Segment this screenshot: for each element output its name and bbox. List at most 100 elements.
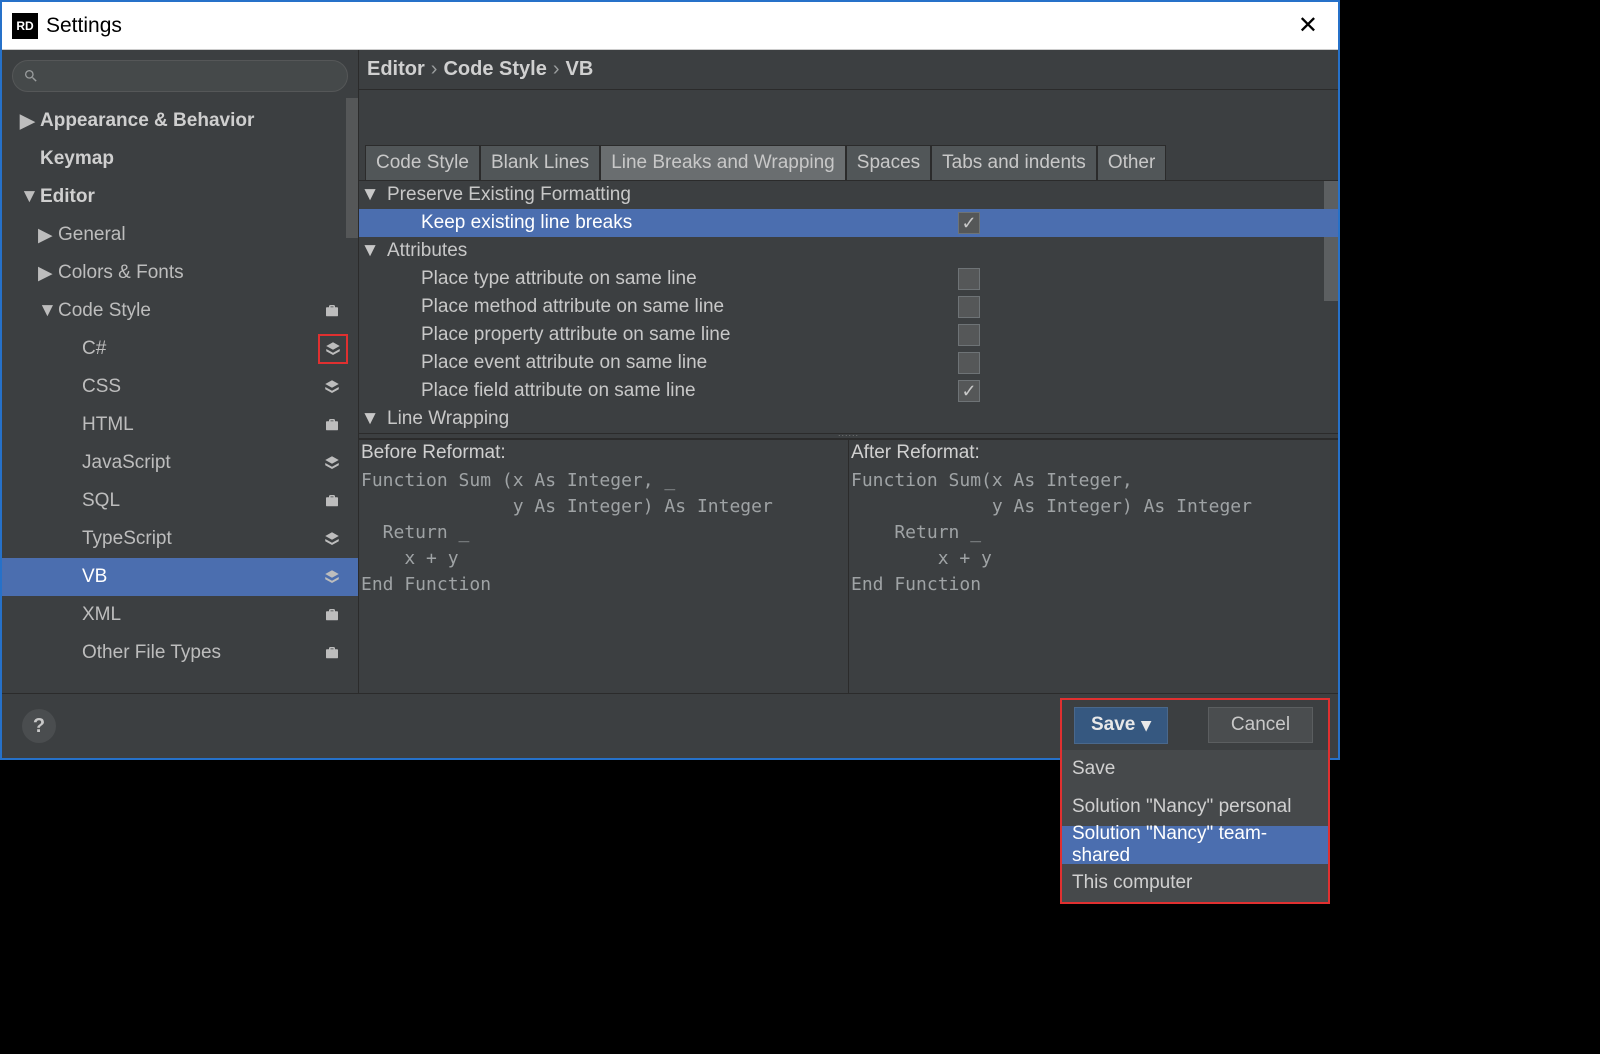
save-dropdown-item[interactable]: Solution "Nancy" personal [1062,788,1328,826]
search-input[interactable] [12,60,348,92]
save-dropdown-list: SaveSolution "Nancy" personalSolution "N… [1062,750,1328,902]
checkbox[interactable] [958,324,980,346]
sidebar-item-label: C# [82,338,106,360]
sidebar-item-label: SQL [82,490,120,512]
breadcrumb-segment: Code Style [443,58,546,81]
settings-group-header[interactable]: ▼Line Wrapping [359,405,1338,433]
layers-icon[interactable] [318,334,348,364]
tab-code-style[interactable]: Code Style [365,145,480,180]
breadcrumb-sep: › [553,58,560,81]
settings-row-label: Place type attribute on same line [359,268,1298,290]
sidebar: ▶Appearance & BehaviorKeymap▼Editor ▶ Gene… [2,50,359,693]
checkbox[interactable] [958,352,980,374]
settings-list: ▼Preserve Existing Formatting Keep existi… [359,180,1338,433]
briefcase-icon[interactable] [322,491,342,511]
settings-tree: ▶Appearance & BehaviorKeymap▼Editor ▶ Gene… [2,98,358,672]
preview-area: Before Reformat: Function Sum (x As Inte… [359,439,1338,693]
sidebar-item-label: XML [82,604,121,626]
chevron-down-icon: ▼ [359,240,381,262]
chevron-right-icon: ▶ [38,224,52,247]
sidebar-item-colors-fonts[interactable]: ▶Colors & Fonts [2,254,358,292]
tabs: Code StyleBlank LinesLine Breaks and Wra… [359,145,1338,180]
close-icon[interactable]: ✕ [1288,11,1328,40]
settings-group-label: Line Wrapping [381,408,1298,430]
checkbox[interactable] [958,380,980,402]
sidebar-item-general[interactable]: ▶ General [2,216,358,254]
settings-group-label: Attributes [381,240,1298,262]
preview-after-label: After Reformat: [851,442,1338,464]
sidebar-item-label: CSS [82,376,121,398]
settings-group-header[interactable]: ▼Preserve Existing Formatting [359,181,1338,209]
save-button[interactable]: Save ▾ [1074,707,1168,744]
save-dropdown-item[interactable]: This computer [1062,864,1328,902]
save-dropdown-item[interactable]: Save [1062,750,1328,788]
sidebar-item-label: TypeScript [82,528,172,550]
sidebar-item-html[interactable]: HTML [2,406,358,444]
preview-before-code: Function Sum (x As Integer, _ y As Integ… [361,468,848,598]
tab-other[interactable]: Other [1097,145,1167,180]
chevron-down-icon: ▾ [1141,714,1151,737]
breadcrumb-sep: › [431,58,438,81]
content-area: Editor › Code Style › VB Code StyleBlank… [359,50,1338,693]
briefcase-icon[interactable] [322,301,342,321]
window-title: Settings [46,14,122,38]
breadcrumb: Editor › Code Style › VB [359,50,1338,90]
cancel-button-label: Cancel [1231,714,1290,735]
checkbox[interactable] [958,296,980,318]
tab-line-breaks-and-wrapping[interactable]: Line Breaks and Wrapping [600,145,846,180]
sidebar-item-label: Editor [40,186,95,208]
layers-icon[interactable] [322,529,342,549]
chevron-down-icon: ▼ [359,184,381,206]
settings-window: RD Settings ✕ ▶Appearance & BehaviorKeym… [0,0,1340,760]
briefcase-icon[interactable] [322,643,342,663]
sidebar-item-label: Other File Types [82,642,221,664]
settings-row[interactable]: Place event attribute on same line [359,349,1338,377]
sidebar-item-label: JavaScript [82,452,171,474]
tab-tabs-and-indents[interactable]: Tabs and indents [931,145,1097,180]
sidebar-item-c-[interactable]: C# [2,330,358,368]
save-dropdown-panel: Save ▾ Cancel SaveSolution "Nancy" perso… [1060,698,1330,904]
sidebar-item-css[interactable]: CSS [2,368,358,406]
preview-after: After Reformat: Function Sum(x As Intege… [848,440,1338,693]
layers-icon[interactable] [322,453,342,473]
settings-row-label: Place field attribute on same line [359,380,1298,402]
settings-row[interactable]: Place method attribute on same line [359,293,1338,321]
sidebar-item-typescript[interactable]: TypeScript [2,520,358,558]
settings-row[interactable]: Place property attribute on same line [359,321,1338,349]
titlebar: RD Settings ✕ [2,2,1338,50]
checkbox[interactable] [958,212,980,234]
settings-row-label: Keep existing line breaks [359,212,1298,234]
save-button-label: Save [1091,714,1135,736]
sidebar-item-javascript[interactable]: JavaScript [2,444,358,482]
help-button[interactable]: ? [22,709,56,743]
tab-blank-lines[interactable]: Blank Lines [480,145,600,180]
sidebar-item-xml[interactable]: XML [2,596,358,634]
layers-icon[interactable] [322,567,342,587]
sidebar-item-vb[interactable]: VB [2,558,358,596]
search-icon [23,68,39,84]
settings-row[interactable]: Place field attribute on same line [359,377,1338,405]
body: ▶Appearance & BehaviorKeymap▼Editor▶Gene… [2,50,1338,693]
sidebar-item-editor[interactable]: ▼Editor [2,178,358,216]
cancel-button[interactable]: Cancel [1208,707,1313,743]
sidebar-item-appearance-behavior[interactable]: ▶Appearance & Behavior [2,102,358,140]
sidebar-item-keymap[interactable]: Keymap [2,140,358,178]
layers-icon[interactable] [322,377,342,397]
briefcase-icon[interactable] [322,605,342,625]
chevron-right-icon: ▶ [38,262,52,285]
sidebar-item-other-file-types[interactable]: Other File Types [2,634,358,672]
settings-row[interactable]: Keep existing line breaks [359,209,1338,237]
sidebar-item-label: General [58,224,126,246]
sidebar-item-code-style[interactable]: ▼Code Style [2,292,358,330]
checkbox[interactable] [958,268,980,290]
breadcrumb-segment: Editor [367,58,425,81]
save-dropdown-item[interactable]: Solution "Nancy" team-shared [1062,826,1328,864]
chevron-down-icon: ▼ [359,408,381,430]
settings-row-label: Place method attribute on same line [359,296,1298,318]
sidebar-item-sql[interactable]: SQL [2,482,358,520]
briefcase-icon[interactable] [322,415,342,435]
settings-group-header[interactable]: ▼Attributes [359,237,1338,265]
tab-spaces[interactable]: Spaces [846,145,931,180]
sidebar-item-label: Code Style [58,300,151,322]
settings-row[interactable]: Place type attribute on same line [359,265,1338,293]
